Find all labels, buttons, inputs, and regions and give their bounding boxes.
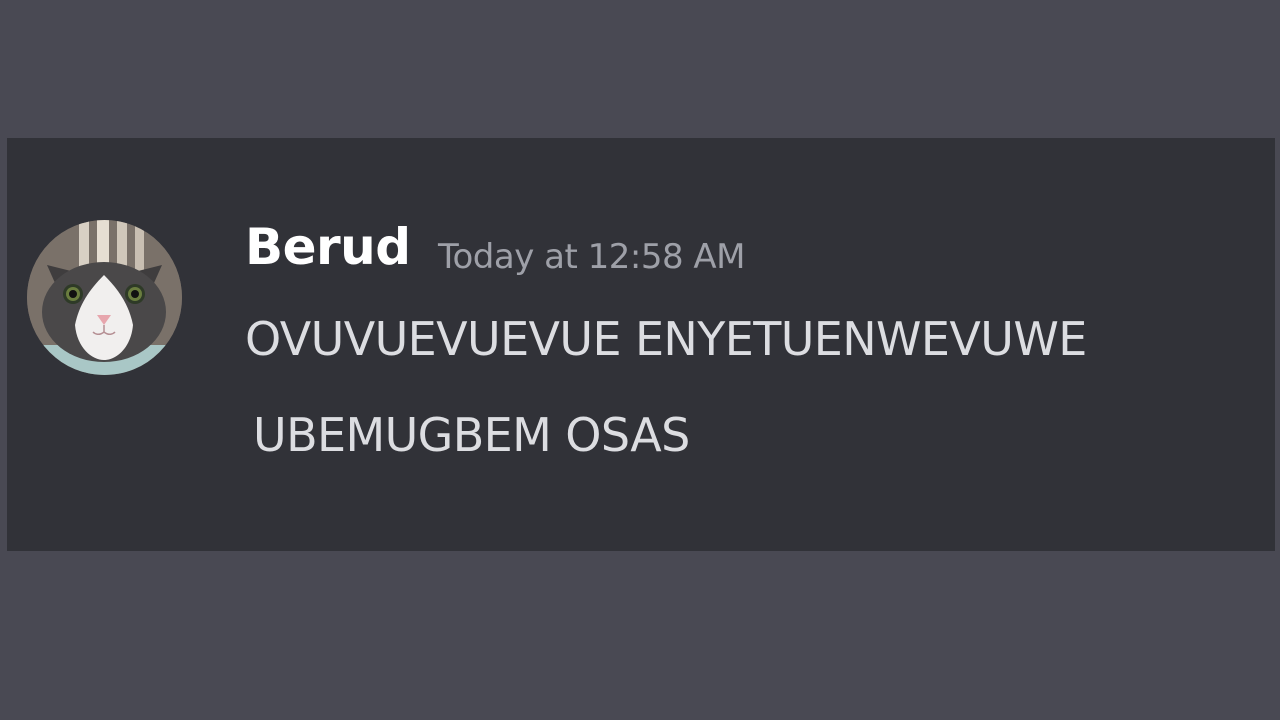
chat-message: Berud Today at 12:58 AM OVUVUEVUEVUE ENY… [7,138,1275,551]
message-timestamp: Today at 12:58 AM [438,237,746,277]
message-text-line: UBEMUGBEM OSAS [253,408,690,462]
cat-avatar-icon [27,220,182,375]
message-text-line: OVUVUEVUEVUE ENYETUENWEVUWE [245,312,1087,366]
page: Berud Today at 12:58 AM OVUVUEVUEVUE ENY… [0,0,1280,720]
author-name[interactable]: Berud [245,222,411,272]
user-avatar[interactable] [27,220,182,375]
